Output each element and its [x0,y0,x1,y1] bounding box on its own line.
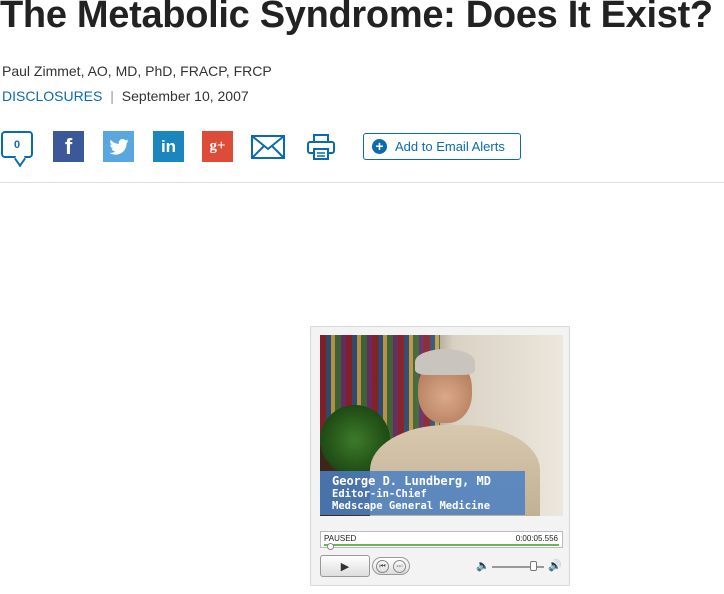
progress-track [324,544,559,546]
play-button[interactable]: ▶ [320,555,370,577]
linkedin-share-button[interactable]: in [153,131,184,162]
video-player: George D. Lundberg, MD Editor-in-Chief M… [310,326,570,586]
facebook-share-button[interactable]: f [53,131,84,162]
playback-time: 0:00:05.556 [515,534,558,543]
googleplus-share-button[interactable]: g+ [202,131,233,162]
add-email-alerts-button[interactable]: + Add to Email Alerts [363,133,521,160]
video-progress[interactable]: PAUSED 0:00:05.556 [320,531,563,550]
publish-date: September 10, 2007 [121,88,249,104]
printer-icon [307,133,335,160]
comments-button[interactable]: 0 [1,131,33,158]
volume-handle[interactable] [530,561,538,571]
caption-role: Editor-in-Chief [332,488,427,500]
video-caption: George D. Lundberg, MD Editor-in-Chief M… [320,471,525,515]
video-frame[interactable]: George D. Lundberg, MD Editor-in-Chief M… [320,335,563,516]
player-controls: ▶ ⏮ ⏭ 🔈 🔊 [320,555,563,579]
plus-circle-icon: + [372,139,387,154]
article-meta: DISCLOSURES | September 10, 2007 [2,88,249,104]
twitter-share-button[interactable] [103,131,134,162]
linkedin-icon: in [160,136,177,156]
twitter-icon [108,138,129,155]
caption-org: Medscape General Medicine [332,500,491,512]
share-bar: 0 f in g+ + Add to Email Alerts [0,131,724,163]
email-share-button[interactable] [250,131,286,162]
header-divider [0,182,724,183]
author-line: Paul Zimmet, AO, MD, PhD, FRACP, FRCP [2,63,272,79]
chapter-nav: ⏮ ⏭ [372,557,410,575]
meta-separator: | [110,88,114,104]
playback-status: PAUSED [324,534,357,543]
envelope-icon [251,134,285,159]
volume-low-icon[interactable]: 🔈 [476,559,490,572]
next-icon[interactable]: ⏭ [393,560,406,573]
disclosures-link[interactable]: DISCLOSURES [2,88,102,104]
previous-icon[interactable]: ⏮ [376,560,389,573]
progress-handle[interactable] [326,543,334,550]
page-title: The Metabolic Syndrome: Does It Exist? [0,0,713,36]
play-icon: ▶ [340,560,350,573]
print-button[interactable] [306,131,336,162]
comment-count: 0 [13,138,21,151]
caption-name: George D. Lundberg, MD [332,474,491,488]
add-email-alerts-label: Add to Email Alerts [395,139,505,154]
googleplus-icon: g+ [209,138,226,154]
presenter-hair [415,349,475,375]
volume-high-icon[interactable]: 🔊 [548,559,562,572]
facebook-icon: f [64,133,73,159]
